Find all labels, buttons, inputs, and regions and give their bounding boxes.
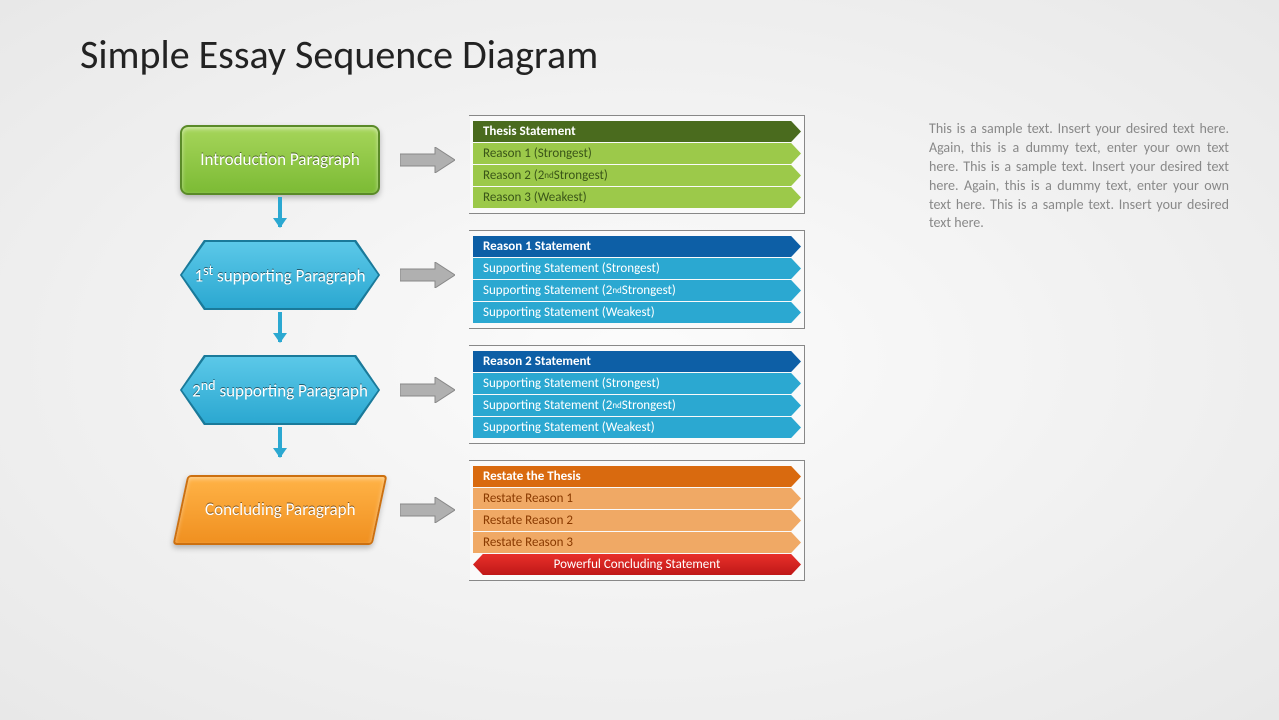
group-header-bar: Reason 2 Statement — [473, 351, 801, 372]
group-header-bar: Restate the Thesis — [473, 466, 801, 487]
supporting2-hexagon: 2nd supporting Paragraph — [180, 355, 380, 425]
right-arrow-icon — [400, 497, 455, 523]
slide-title: Simple Essay Sequence Diagram — [80, 30, 598, 79]
group-row-bar: Restate Reason 2 — [473, 510, 801, 531]
down-arrow-icon — [278, 427, 282, 457]
group-row-bar: Supporting Statement (Weakest) — [473, 302, 801, 323]
intro-label: Introduction Paragraph — [200, 150, 360, 170]
group-header-bar: Thesis Statement — [473, 121, 801, 142]
right-arrow-icon — [400, 377, 455, 403]
detail-group-0: Thesis StatementReason 1 (Strongest)Reas… — [470, 115, 805, 214]
supporting2-label: 2nd supporting Paragraph — [192, 378, 368, 401]
side-sample-text: This is a sample text. Insert your desir… — [929, 120, 1229, 233]
group-row-bar: Supporting Statement (Strongest) — [473, 373, 801, 394]
group-row-bar: Supporting Statement (2nd Strongest) — [473, 395, 801, 416]
group-row-bar: Supporting Statement (Strongest) — [473, 258, 801, 279]
intro-paragraph-box: Introduction Paragraph — [180, 125, 380, 195]
group-row-bar: Restate Reason 3 — [473, 532, 801, 553]
right-arrow-icon — [400, 147, 455, 173]
group-row-bar: Reason 3 (Weakest) — [473, 187, 801, 208]
group-row-bar: Supporting Statement (Weakest) — [473, 417, 801, 438]
group-header-bar: Reason 1 Statement — [473, 236, 801, 257]
group-row-bar: Restate Reason 1 — [473, 488, 801, 509]
detail-group-3: Restate the ThesisRestate Reason 1Restat… — [470, 460, 805, 581]
group-row-bar: Reason 1 (Strongest) — [473, 143, 801, 164]
group-row-bar: Powerful Concluding Statement — [473, 554, 801, 575]
group-row-bar: Reason 2 (2nd Strongest) — [473, 165, 801, 186]
supporting1-hexagon: 1st supporting Paragraph — [180, 240, 380, 310]
detail-group-1: Reason 1 StatementSupporting Statement (… — [470, 230, 805, 329]
supporting1-label: 1st supporting Paragraph — [194, 263, 365, 286]
right-arrow-icon — [400, 262, 455, 288]
concluding-parallelogram: Concluding Paragraph — [173, 475, 388, 545]
concluding-label: Concluding Paragraph — [205, 500, 355, 520]
down-arrow-icon — [278, 197, 282, 227]
group-row-bar: Supporting Statement (2nd Strongest) — [473, 280, 801, 301]
down-arrow-icon — [278, 312, 282, 342]
detail-group-2: Reason 2 StatementSupporting Statement (… — [470, 345, 805, 444]
